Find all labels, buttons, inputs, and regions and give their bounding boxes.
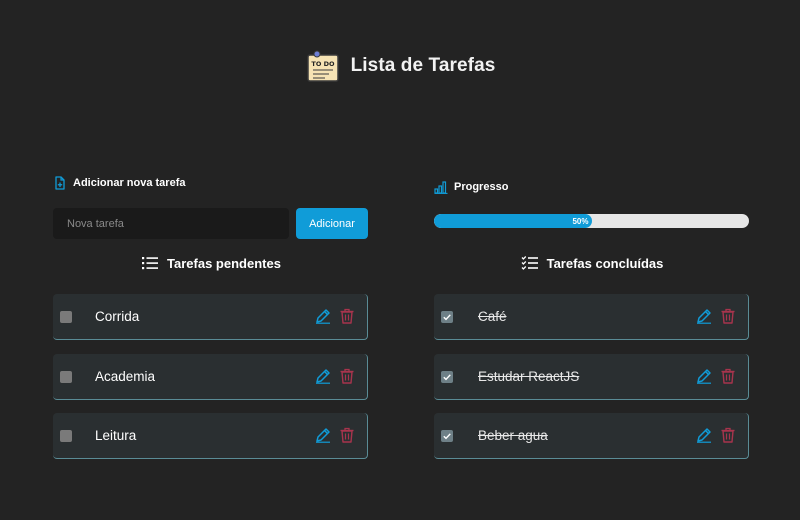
trash-icon[interactable]	[720, 427, 736, 443]
trash-icon[interactable]	[339, 368, 355, 384]
trash-icon[interactable]	[339, 427, 355, 443]
completed-task-item: Estudar ReactJS	[434, 353, 749, 400]
task-checkbox[interactable]	[60, 430, 72, 442]
task-actions	[315, 308, 355, 324]
completed-task-list: Café Estudar ReactJS Beber agua	[434, 294, 750, 473]
pencil-icon[interactable]	[696, 368, 712, 384]
app-page: TO DO Lista de Tarefas Adicionar nova ta…	[0, 0, 800, 520]
progress-label: Progresso	[434, 180, 508, 194]
pending-task-item: Leitura	[53, 413, 368, 459]
progress-fill: 50%	[434, 214, 592, 228]
task-text: Beber agua	[478, 428, 548, 443]
task-checkbox[interactable]	[60, 370, 72, 383]
completed-task-item: Café	[434, 294, 749, 340]
add-task-label: Adicionar nova tarefa	[53, 176, 185, 190]
pencil-icon[interactable]	[696, 427, 712, 443]
pencil-icon[interactable]	[696, 308, 712, 324]
task-actions	[315, 368, 355, 384]
task-text: Corrida	[95, 309, 140, 324]
new-task-input[interactable]	[53, 208, 289, 239]
task-text: Leitura	[95, 428, 137, 443]
task-text: Café	[478, 309, 507, 324]
checkmark-icon	[443, 314, 451, 321]
checkmark-icon	[443, 373, 451, 380]
completed-heading: Tarefas concluídas	[434, 255, 750, 271]
list-icon	[142, 257, 159, 270]
task-checkbox-checked[interactable]	[441, 430, 453, 442]
task-actions	[315, 427, 355, 443]
pending-task-item: Academia	[53, 353, 368, 400]
trash-icon[interactable]	[339, 308, 355, 324]
pending-heading-text: Tarefas pendentes	[167, 255, 281, 271]
completed-heading-text: Tarefas concluídas	[546, 255, 664, 271]
checklist-icon	[521, 256, 538, 270]
todo-note-icon: TO DO	[306, 50, 339, 82]
task-checkbox-checked[interactable]	[441, 311, 453, 323]
task-text: Academia	[95, 368, 156, 384]
progress-bar: 50%	[434, 214, 749, 228]
pending-task-list: Corrida Academia Leitura	[53, 294, 369, 473]
pencil-icon[interactable]	[315, 308, 331, 324]
task-text: Estudar ReactJS	[478, 368, 580, 384]
trash-icon[interactable]	[720, 308, 736, 324]
pending-heading: Tarefas pendentes	[53, 255, 369, 271]
pencil-icon[interactable]	[315, 368, 331, 384]
task-checkbox-checked[interactable]	[441, 370, 453, 383]
task-actions	[696, 308, 736, 324]
pending-task-item: Corrida	[53, 294, 368, 340]
task-actions	[696, 368, 736, 384]
progress-percent: 50%	[572, 216, 589, 226]
progress-label-text: Progresso	[454, 181, 509, 193]
task-checkbox[interactable]	[60, 311, 72, 323]
task-actions	[696, 427, 736, 443]
add-task-label-text: Adicionar nova tarefa	[73, 177, 186, 189]
todo-logo-text: TO DO	[311, 60, 335, 68]
checkmark-icon	[443, 433, 451, 440]
bar-chart-icon	[434, 181, 448, 194]
add-task-button[interactable]: Adicionar	[296, 208, 368, 239]
file-plus-icon	[55, 176, 65, 190]
trash-icon[interactable]	[720, 368, 736, 384]
page-title: Lista de Tarefas	[350, 55, 496, 76]
pencil-icon[interactable]	[315, 427, 331, 443]
completed-task-item: Beber agua	[434, 413, 749, 459]
app-header: TO DO Lista de Tarefas	[0, 48, 800, 84]
